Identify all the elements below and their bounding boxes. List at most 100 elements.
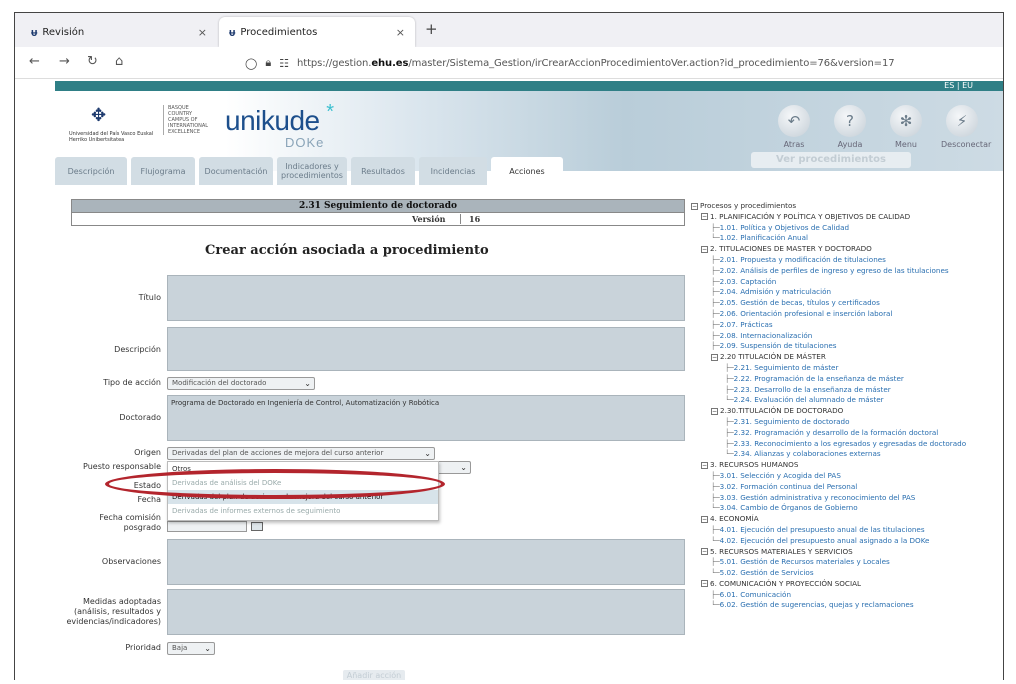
prioridad-select[interactable]: Baja ⌄	[167, 642, 215, 655]
tree-branch-line: ├─	[711, 330, 720, 340]
browser-nav-bar: ← → ↻ ⌂ ◯ 🔒︎ ☷ https://gestion.ehu.es/ma…	[15, 47, 1003, 79]
highlight-ellipse	[105, 469, 445, 499]
origen-select[interactable]: Derivadas del plan de acciones de mejora…	[167, 447, 435, 460]
tree-node[interactable]: ├─2.22. Programación de la enseñanza de …	[691, 373, 1003, 385]
tree-node[interactable]: ├─2.33. Reconocimiento a los egresados y…	[691, 438, 1003, 450]
tree-root[interactable]: − Procesos y procedimientos	[691, 201, 1003, 212]
tree-branch-line: ├─	[711, 265, 720, 275]
tree-node[interactable]: ├─2.01. Propuesta y modificación de titu…	[691, 255, 1003, 266]
tree-node[interactable]: ├─1.01. Política y Objetivos de Calidad	[691, 223, 1003, 234]
forward-arrow-icon[interactable]: →	[59, 54, 70, 69]
tree-node[interactable]: └─2.34. Alianzas y colaboraciones extern…	[691, 449, 1003, 460]
tree-branch-line: ├─	[725, 373, 734, 383]
tab-2[interactable]: Documentación	[199, 157, 273, 185]
tree-node[interactable]: └─4.02. Ejecución del presupuesto anual …	[691, 536, 1003, 547]
tree-node[interactable]: ├─2.31. Seguimiento de doctorado	[691, 416, 1003, 428]
tree-node[interactable]: −2.20 TITULACIÓN DE MÁSTER	[691, 352, 1003, 363]
tree-node[interactable]: ├─2.21. Seguimiento de máster	[691, 362, 1003, 374]
collapse-toggle-icon[interactable]: −	[701, 580, 708, 588]
collapse-toggle-icon[interactable]: −	[711, 353, 718, 361]
tipo-accion-select[interactable]: Modificación del doctorado ⌄	[167, 377, 315, 390]
language-switch[interactable]: ES | EU	[944, 81, 973, 91]
tree-node[interactable]: └─6.02. Gestión de sugerencias, quejas y…	[691, 600, 1003, 611]
browser-tab-procedimientos[interactable]: ᵾ Procedimientos ×	[219, 17, 415, 47]
collapse-toggle-icon[interactable]: −	[691, 202, 698, 210]
titulo-input[interactable]	[167, 275, 685, 321]
doctorado-field[interactable]: Programa de Doctorado en Ingeniería de C…	[167, 395, 685, 441]
tree-node[interactable]: −5. RECURSOS MATERIALES Y SERVICIOS	[691, 547, 1003, 558]
tab-3[interactable]: Indicadores y procedimientos	[277, 157, 347, 185]
origen-option[interactable]: Derivadas de informes externos de seguim…	[168, 504, 438, 518]
collapse-toggle-icon[interactable]: −	[701, 515, 708, 523]
medidas-input[interactable]	[167, 589, 685, 635]
tree-branch-line: └─	[711, 568, 720, 578]
tree-branch-line: ├─	[725, 416, 734, 426]
tree-node[interactable]: ├─2.03. Captación	[691, 277, 1003, 288]
procedure-title: 2.31 Seguimiento de doctorado	[71, 199, 685, 213]
tree-node[interactable]: ├─2.04. Admisión y matriculación	[691, 287, 1003, 298]
tab-4[interactable]: Resultados	[351, 157, 415, 185]
address-bar[interactable]: ◯ 🔒︎ ☷ https://gestion.ehu.es/master/Sis…	[245, 53, 997, 73]
tree-node[interactable]: └─5.02. Gestión de Servicios	[691, 568, 1003, 579]
add-action-button[interactable]: Añadir acción	[343, 670, 405, 680]
tree-node[interactable]: ├─2.06. Orientación profesional e inserc…	[691, 309, 1003, 320]
atras-button[interactable]: ↶ Atras	[773, 105, 815, 149]
tree-node[interactable]: −1. PLANIFICACIÓN Y POLÍTICA Y OBJETIVOS…	[691, 212, 1003, 223]
shield-icon: ◯	[245, 56, 258, 70]
tab-1[interactable]: Flujograma	[131, 157, 195, 185]
tree-node[interactable]: ├─3.02. Formación continua del Personal	[691, 481, 1003, 493]
back-arrow-icon[interactable]: ←	[29, 54, 40, 69]
tree-branch-line: ├─	[711, 481, 720, 491]
tree-node[interactable]: └─1.02. Planificación Anual	[691, 233, 1003, 244]
tree-node[interactable]: ├─2.08. Internacionalización	[691, 330, 1003, 342]
menu-button[interactable]: ✻ Menu	[885, 105, 927, 149]
observaciones-input[interactable]	[167, 539, 685, 585]
reload-icon[interactable]: ↻	[87, 54, 98, 69]
tree-node[interactable]: −3. RECURSOS HUMANOS	[691, 460, 1003, 471]
close-tab-icon[interactable]: ×	[198, 26, 207, 39]
close-tab-icon[interactable]: ×	[396, 26, 405, 39]
tree-branch-line: ├─	[725, 362, 734, 372]
tree-node[interactable]: −2. TITULACIONES DE MASTER Y DOCTORADO	[691, 244, 1003, 255]
tab-0[interactable]: Descripción	[55, 157, 127, 185]
tree-node[interactable]: ├─2.07. Prácticas	[691, 320, 1003, 331]
tree-node[interactable]: ├─3.01. Selección y Acogida del PAS	[691, 470, 1003, 482]
ehu-emblem-icon: ✥	[91, 105, 107, 126]
collapse-toggle-icon[interactable]: −	[711, 407, 718, 415]
home-icon[interactable]: ⌂	[115, 54, 123, 69]
descripcion-input[interactable]	[167, 327, 685, 371]
collapse-toggle-icon[interactable]: −	[701, 213, 708, 221]
fecha-comision-input[interactable]	[167, 521, 247, 532]
tree-branch-line: ├─	[725, 438, 734, 448]
tab-5[interactable]: Incidencias	[419, 157, 487, 185]
ver-procedimientos-button[interactable]: Ver procedimientos	[751, 152, 911, 168]
tree-node[interactable]: ├─6.01. Comunicación	[691, 590, 1003, 601]
tree-node[interactable]: ├─2.05. Gestión de becas, títulos y cert…	[691, 298, 1003, 309]
tree-node[interactable]: ├─2.32. Programación y desarrollo de la …	[691, 428, 1003, 439]
tree-node[interactable]: └─3.04. Cambio de Órganos de Gobierno	[691, 503, 1003, 514]
desconectar-button[interactable]: ⚡ Desconectar	[941, 105, 991, 149]
doke-subtitle: DOKe	[285, 135, 325, 150]
tree-branch-line: ├─	[711, 470, 720, 480]
collapse-toggle-icon[interactable]: −	[701, 461, 708, 469]
tree-branch-line: └─	[725, 395, 734, 405]
ayuda-button[interactable]: ? Ayuda	[829, 105, 871, 149]
chevron-down-icon: ⌄	[424, 449, 431, 458]
tree-node[interactable]: ├─4.01. Ejecución del presupuesto anual …	[691, 525, 1003, 536]
calendar-icon[interactable]	[251, 522, 263, 531]
tree-node[interactable]: └─2.24. Evaluación del alumnado de máste…	[691, 395, 1003, 406]
tree-node[interactable]: −2.30.TITULACIÓN DE DOCTORADO	[691, 406, 1003, 417]
collapse-toggle-icon[interactable]: −	[701, 245, 708, 253]
browser-tab-revision[interactable]: ᵾ Revisión ×	[21, 17, 217, 47]
tab-6[interactable]: Acciones	[491, 157, 563, 185]
tree-node[interactable]: ├─2.02. Análisis de perfiles de ingreso …	[691, 265, 1003, 277]
tree-node[interactable]: −4. ECONOMÍA	[691, 514, 1003, 525]
tree-node[interactable]: −6. COMUNICACIÓN Y PROYECCIÓN SOCIAL	[691, 579, 1003, 590]
collapse-toggle-icon[interactable]: −	[701, 548, 708, 555]
tree-node[interactable]: ├─2.09. Suspensión de titulaciones	[691, 341, 1003, 352]
tree-node[interactable]: ├─2.23. Desarrollo de la enseñanza de má…	[691, 385, 1003, 396]
tree-node[interactable]: ├─5.01. Gestión de Recursos materiales y…	[691, 557, 1003, 568]
tree-node[interactable]: ├─3.03. Gestión administrativa y reconoc…	[691, 493, 1003, 504]
new-tab-button[interactable]: +	[425, 20, 438, 38]
tipo-accion-label: Tipo de acción	[103, 378, 161, 387]
